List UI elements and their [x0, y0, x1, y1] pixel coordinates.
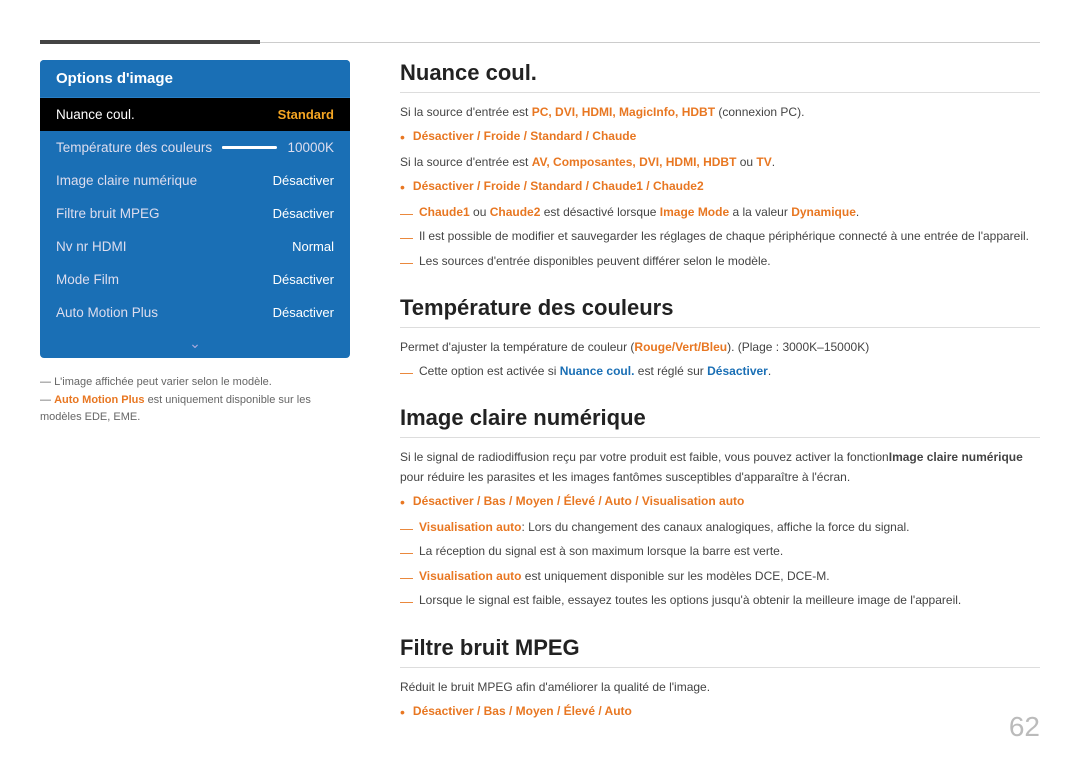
page-number: 62 — [1009, 711, 1040, 743]
menu-item-nuance[interactable]: Nuance coul. Standard — [40, 98, 350, 131]
nuance-dash-2: ― Il est possible de modifier et sauvega… — [400, 227, 1040, 248]
menu-value-temperature: 10000K — [287, 140, 334, 155]
menu-value-filtre: Désactiver — [273, 206, 334, 221]
section-temperature: Température des couleurs Permet d'ajuste… — [400, 295, 1040, 383]
section-title-temperature: Température des couleurs — [400, 295, 1040, 328]
menu-value-mode-film: Désactiver — [273, 272, 334, 287]
panel-notes: ― L'image affichée peut varier selon le … — [40, 374, 350, 427]
menu-label-mode-film: Mode Film — [56, 272, 119, 287]
panel-note-2: ― Auto Motion Plus est uniquement dispon… — [40, 392, 350, 427]
nuance-bullet-2: • Désactiver / Froide / Standard / Chaud… — [400, 177, 1040, 199]
menu-item-mode-film[interactable]: Mode Film Désactiver — [40, 263, 350, 296]
menu-item-filtre[interactable]: Filtre bruit MPEG Désactiver — [40, 197, 350, 230]
section-nuance: Nuance coul. Si la source d'entrée est P… — [400, 60, 1040, 273]
image-text-1: Si le signal de radiodiffusion reçu par … — [400, 448, 1040, 488]
menu-label-filtre: Filtre bruit MPEG — [56, 206, 160, 221]
menu-item-auto-motion[interactable]: Auto Motion Plus Désactiver — [40, 296, 350, 329]
image-dash-3: ― Visualisation auto est uniquement disp… — [400, 567, 1040, 588]
image-dash-4: ― Lorsque le signal est faible, essayez … — [400, 591, 1040, 612]
image-dash-1: ― Visualisation auto: Lors du changement… — [400, 518, 1040, 539]
dash-icon-8: ― — [400, 591, 413, 612]
left-panel: Options d'image Nuance coul. Standard Te… — [40, 60, 350, 427]
bullet-icon-4: • — [400, 701, 405, 723]
nuance-text-2: Si la source d'entrée est AV, Composante… — [400, 153, 1040, 173]
options-box: Options d'image Nuance coul. Standard Te… — [40, 60, 350, 358]
menu-label-temperature: Température des couleurs — [56, 140, 212, 155]
section-filtre: Filtre bruit MPEG Réduit le bruit MPEG a… — [400, 635, 1040, 723]
dash-icon-6: ― — [400, 542, 413, 563]
dash-icon-5: ― — [400, 518, 413, 539]
section-body-filtre: Réduit le bruit MPEG afin d'améliorer la… — [400, 678, 1040, 723]
nuance-dash-3: ― Les sources d'entrée disponibles peuve… — [400, 252, 1040, 273]
image-bullet-1: • Désactiver / Bas / Moyen / Élevé / Aut… — [400, 492, 1040, 514]
dash-icon-3: ― — [400, 252, 413, 273]
temp-dash-1: ― Cette option est activée si Nuance cou… — [400, 362, 1040, 383]
top-line-dark — [40, 40, 260, 44]
temperature-slider[interactable] — [222, 146, 277, 149]
section-body-image-claire: Si le signal de radiodiffusion reçu par … — [400, 448, 1040, 612]
menu-item-temperature[interactable]: Température des couleurs 10000K — [40, 131, 350, 164]
dash-icon-2: ― — [400, 227, 413, 248]
options-title: Options d'image — [40, 60, 350, 98]
bullet-icon: • — [400, 126, 405, 149]
bullet-icon-2: • — [400, 176, 405, 199]
filtre-text-1: Réduit le bruit MPEG afin d'améliorer la… — [400, 678, 1040, 698]
menu-item-hdmi[interactable]: Nv nr HDMI Normal — [40, 230, 350, 263]
top-line-light — [260, 42, 1040, 43]
chevron-down-icon[interactable]: ⌄ — [40, 329, 350, 358]
nuance-dash-1: ― Chaude1 ou Chaude2 est désactivé lorsq… — [400, 203, 1040, 224]
nuance-bullet-1: • Désactiver / Froide / Standard / Chaud… — [400, 127, 1040, 149]
section-title-filtre: Filtre bruit MPEG — [400, 635, 1040, 668]
menu-value-nuance: Standard — [278, 107, 334, 122]
dash-icon-7: ― — [400, 567, 413, 588]
menu-value-image-claire: Désactiver — [273, 173, 334, 188]
menu-label-image-claire: Image claire numérique — [56, 173, 197, 188]
section-title-image-claire: Image claire numérique — [400, 405, 1040, 438]
menu-label-nuance: Nuance coul. — [56, 107, 135, 122]
section-body-nuance: Si la source d'entrée est PC, DVI, HDMI,… — [400, 103, 1040, 273]
image-dash-2: ― La réception du signal est à son maxim… — [400, 542, 1040, 563]
menu-value-hdmi: Normal — [292, 239, 334, 254]
panel-note-1: ― L'image affichée peut varier selon le … — [40, 374, 350, 392]
menu-label-auto-motion: Auto Motion Plus — [56, 305, 158, 320]
section-title-nuance: Nuance coul. — [400, 60, 1040, 93]
top-decoration — [0, 40, 1080, 44]
dash-icon-1: ― — [400, 203, 413, 224]
menu-item-image-claire[interactable]: Image claire numérique Désactiver — [40, 164, 350, 197]
section-image-claire: Image claire numérique Si le signal de r… — [400, 405, 1040, 612]
menu-value-auto-motion: Désactiver — [273, 305, 334, 320]
filtre-bullet-1: • Désactiver / Bas / Moyen / Élevé / Aut… — [400, 702, 1040, 723]
slider-fill — [222, 146, 255, 149]
section-body-temperature: Permet d'ajuster la température de coule… — [400, 338, 1040, 383]
nuance-text-1: Si la source d'entrée est PC, DVI, HDMI,… — [400, 103, 1040, 123]
dash-icon-4: ― — [400, 362, 413, 383]
menu-label-hdmi: Nv nr HDMI — [56, 239, 127, 254]
bullet-icon-3: • — [400, 491, 405, 514]
temp-text-1: Permet d'ajuster la température de coule… — [400, 338, 1040, 358]
right-content: Nuance coul. Si la source d'entrée est P… — [400, 60, 1040, 723]
